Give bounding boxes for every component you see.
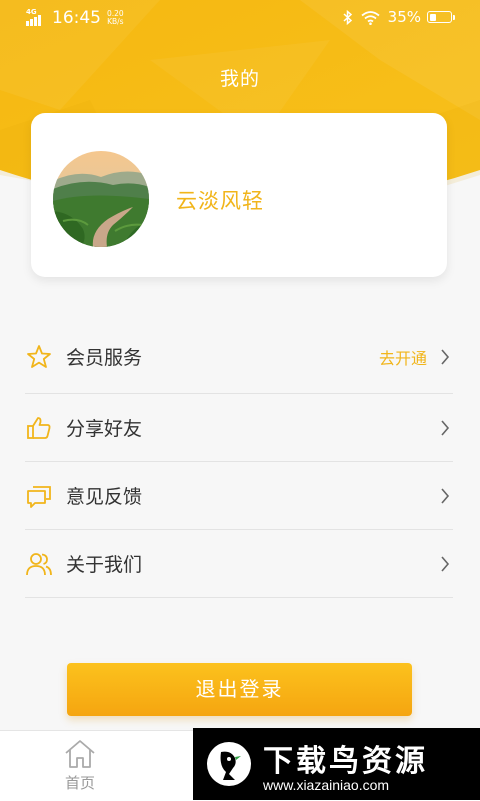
menu-list: 会员服务 去开通 分享好友 意见反馈 关于我们 — [25, 320, 453, 598]
network-speed: 0.20 KB/s — [107, 10, 124, 26]
home-icon — [65, 740, 95, 768]
battery-level — [429, 13, 437, 21]
chevron-right-icon — [441, 348, 450, 365]
profile-card[interactable]: 云淡风轻 — [31, 113, 447, 277]
wifi-icon — [361, 10, 380, 25]
star-icon — [25, 343, 53, 371]
watermark-title: 下载鸟资源 — [263, 744, 428, 779]
watermark-url: www.xiazainiao.com — [263, 777, 390, 793]
thumbs-up-icon — [25, 414, 53, 442]
network-speed-unit: KB/s — [107, 17, 124, 26]
menu-item-share[interactable]: 分享好友 — [25, 394, 453, 462]
menu-item-label: 关于我们 — [66, 554, 143, 576]
tab-home-label: 首页 — [64, 774, 95, 792]
bluetooth-icon — [343, 9, 353, 25]
avatar[interactable] — [53, 151, 149, 247]
activate-link[interactable]: 去开通 — [379, 345, 427, 369]
menu-item-label: 意见反馈 — [66, 486, 143, 508]
chevron-right-icon — [441, 555, 450, 572]
menu-item-about[interactable]: 关于我们 — [25, 530, 453, 598]
page-title: 我的 — [219, 68, 260, 90]
chevron-right-icon — [441, 419, 450, 436]
tab-home[interactable]: 首页 — [52, 737, 108, 793]
menu-item-feedback[interactable]: 意见反馈 — [25, 462, 453, 530]
username: 云淡风轻 — [176, 189, 264, 213]
feedback-icon — [25, 482, 53, 510]
battery-icon — [427, 11, 455, 23]
chevron-right-icon — [441, 487, 450, 504]
menu-item-label: 分享好友 — [66, 418, 143, 440]
users-icon — [25, 550, 53, 578]
bird-logo-icon — [207, 742, 251, 786]
status-time: 16:45 — [52, 8, 101, 28]
menu-item-label: 会员服务 — [66, 347, 143, 369]
menu-item-membership[interactable]: 会员服务 去开通 — [25, 320, 453, 394]
watermark: 下载鸟资源 www.xiazainiao.com — [193, 728, 480, 800]
battery-percent: 35% — [387, 8, 421, 26]
status-bar: 4G 16:45 0.20 KB/s 35% — [0, 0, 480, 36]
cellular-signal-icon: 4G — [26, 8, 46, 27]
logout-button[interactable]: 退出登录 — [67, 663, 412, 716]
